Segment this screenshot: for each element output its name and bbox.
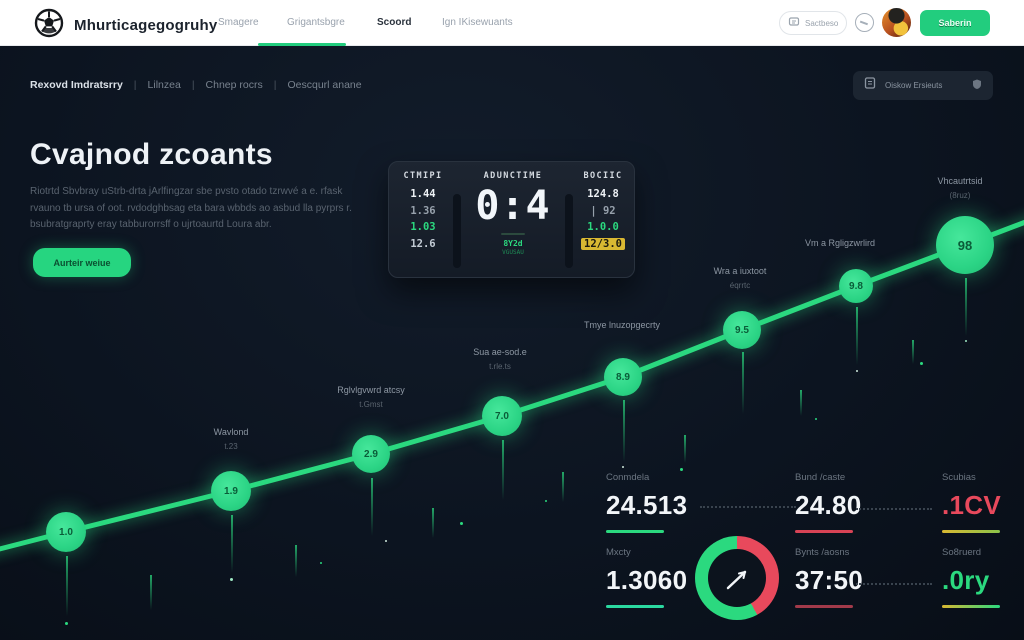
stat-value: 1.3060 bbox=[606, 565, 687, 596]
stat-underline bbox=[795, 530, 853, 533]
chart-node-7[interactable]: 9.8 bbox=[839, 269, 873, 303]
stat-label: Mxcty bbox=[606, 547, 687, 558]
stat-card-2: Bund /caste 24.80 bbox=[795, 472, 862, 533]
home-rows: 1.44 1.36 1.03 12.6 bbox=[395, 188, 451, 250]
chart-node-5[interactable]: 8.9 bbox=[604, 358, 642, 396]
scoreboard-away-column: BOCIIC 124.8 | 92 1.0.0 12/3.0 bbox=[575, 171, 631, 250]
score-badge: 8Y2d bbox=[465, 239, 561, 248]
brand[interactable]: Mhurticagegogruhy bbox=[34, 8, 217, 43]
score-divider bbox=[501, 233, 525, 235]
stat-card-6: So8ruerd .0ry bbox=[942, 547, 1000, 608]
stat-label: Conmdela bbox=[606, 472, 687, 483]
away-stat: | 92 bbox=[575, 205, 631, 217]
stat-underline bbox=[942, 605, 1000, 608]
away-stat: 1.0.0 bbox=[575, 221, 631, 233]
away-stat-highlight: 12/3.0 bbox=[581, 238, 625, 250]
donut-chart bbox=[695, 536, 779, 620]
chart-node-2[interactable]: 1.9 bbox=[211, 471, 251, 511]
home-header: CTMIPI bbox=[395, 171, 451, 181]
stat-label: Bynts /aosns bbox=[795, 547, 863, 558]
stat-value: .0ry bbox=[942, 565, 1000, 596]
header-search-input[interactable]: Sactbeso bbox=[779, 11, 847, 35]
node-label-3: Rglvlgvwrd atcsy t.Gmst bbox=[296, 385, 446, 409]
dotted-separator bbox=[700, 506, 796, 508]
stat-label: So8ruerd bbox=[942, 547, 1000, 558]
away-header: BOCIIC bbox=[575, 171, 631, 181]
stat-value: 24.80 bbox=[795, 490, 862, 521]
header-search-value: Sactbeso bbox=[805, 19, 838, 28]
stat-label: Bund /caste bbox=[795, 472, 862, 483]
user-avatar[interactable] bbox=[882, 8, 911, 37]
chart-node-1[interactable]: 1.0 bbox=[46, 512, 86, 552]
node-label-4: Sua ae-sod.e t.rle.ts bbox=[425, 347, 575, 371]
node-label-7: Vm a Rgligzwrlird bbox=[765, 238, 915, 248]
stat-underline bbox=[606, 605, 664, 608]
stat-label: Scubias bbox=[942, 472, 1001, 483]
home-stat: 1.36 bbox=[395, 205, 451, 217]
app-root: Mhurticagegogruhy Smagere Grigantsbgre S… bbox=[0, 0, 1024, 640]
top-header: Mhurticagegogruhy Smagere Grigantsbgre S… bbox=[0, 0, 1024, 46]
node-label-6: Wra a iuxtoot éqrrtc bbox=[665, 266, 815, 290]
stat-value: 24.513 bbox=[606, 490, 687, 521]
chart-node-6[interactable]: 9.5 bbox=[723, 311, 761, 349]
away-rows: 124.8 | 92 1.0.0 12/3.0 bbox=[575, 188, 631, 250]
home-stat: 1.44 bbox=[395, 188, 451, 200]
stat-value: .1CV bbox=[942, 490, 1001, 521]
chat-search-icon bbox=[788, 16, 800, 30]
stat-underline bbox=[942, 530, 1000, 533]
dotted-separator bbox=[856, 583, 932, 585]
chart-node-8[interactable]: 98 bbox=[936, 216, 994, 274]
away-stat: 124.8 bbox=[575, 188, 631, 200]
stat-card-1: Conmdela 24.513 bbox=[606, 472, 687, 533]
home-stat: 1.03 bbox=[395, 221, 451, 233]
active-nav-underline bbox=[258, 43, 346, 46]
node-label-5: Tmye lnuzopgecrty bbox=[547, 320, 697, 330]
trend-arrow-icon bbox=[695, 536, 779, 620]
match-score: 0:4 bbox=[465, 186, 561, 226]
dotted-separator bbox=[856, 508, 932, 510]
timeline-chart-line bbox=[0, 0, 1024, 640]
clock-circle-icon[interactable] bbox=[855, 13, 874, 32]
scoreboard-home-column: CTMIPI 1.44 1.36 1.03 12.6 bbox=[395, 171, 451, 250]
chart-node-3[interactable]: 2.9 bbox=[352, 435, 390, 473]
node-label-2: Wavlond t.23 bbox=[156, 427, 306, 451]
score-badge-sub: VGUSAU bbox=[465, 249, 561, 256]
stat-underline bbox=[795, 605, 853, 608]
match-time-header: ADUNCTIME bbox=[465, 171, 561, 181]
scoreboard-center-column: ADUNCTIME 0:4 8Y2d VGUSAU bbox=[465, 171, 561, 256]
nav-item-2-active[interactable]: Grigantsbgre bbox=[287, 0, 345, 46]
nav-item-4[interactable]: Ign IKisewuants bbox=[442, 0, 513, 46]
signin-button[interactable]: Saberin bbox=[920, 10, 990, 36]
stat-card-3: Scubias .1CV bbox=[942, 472, 1001, 533]
brand-name: Mhurticagegogruhy bbox=[74, 17, 217, 34]
nav-item-3[interactable]: Scoord bbox=[377, 0, 411, 46]
node-label-8: Vhcautrtsid (8ruz) bbox=[885, 176, 1024, 200]
chart-node-4[interactable]: 7.0 bbox=[482, 396, 522, 436]
nav-item-1[interactable]: Smagere bbox=[218, 0, 259, 46]
scoreboard-panel: CTMIPI 1.44 1.36 1.03 12.6 ADUNCTIME 0:4… bbox=[388, 161, 635, 278]
stat-card-5: Bynts /aosns 37:50 bbox=[795, 547, 863, 608]
home-stat: 12.6 bbox=[395, 238, 451, 250]
stat-value: 37:50 bbox=[795, 565, 863, 596]
soccer-ball-logo-icon bbox=[34, 8, 64, 43]
stat-card-4: Mxcty 1.3060 bbox=[606, 547, 687, 608]
scoreboard-divider bbox=[565, 194, 573, 268]
scoreboard-divider bbox=[453, 194, 461, 268]
stat-underline bbox=[606, 530, 664, 533]
